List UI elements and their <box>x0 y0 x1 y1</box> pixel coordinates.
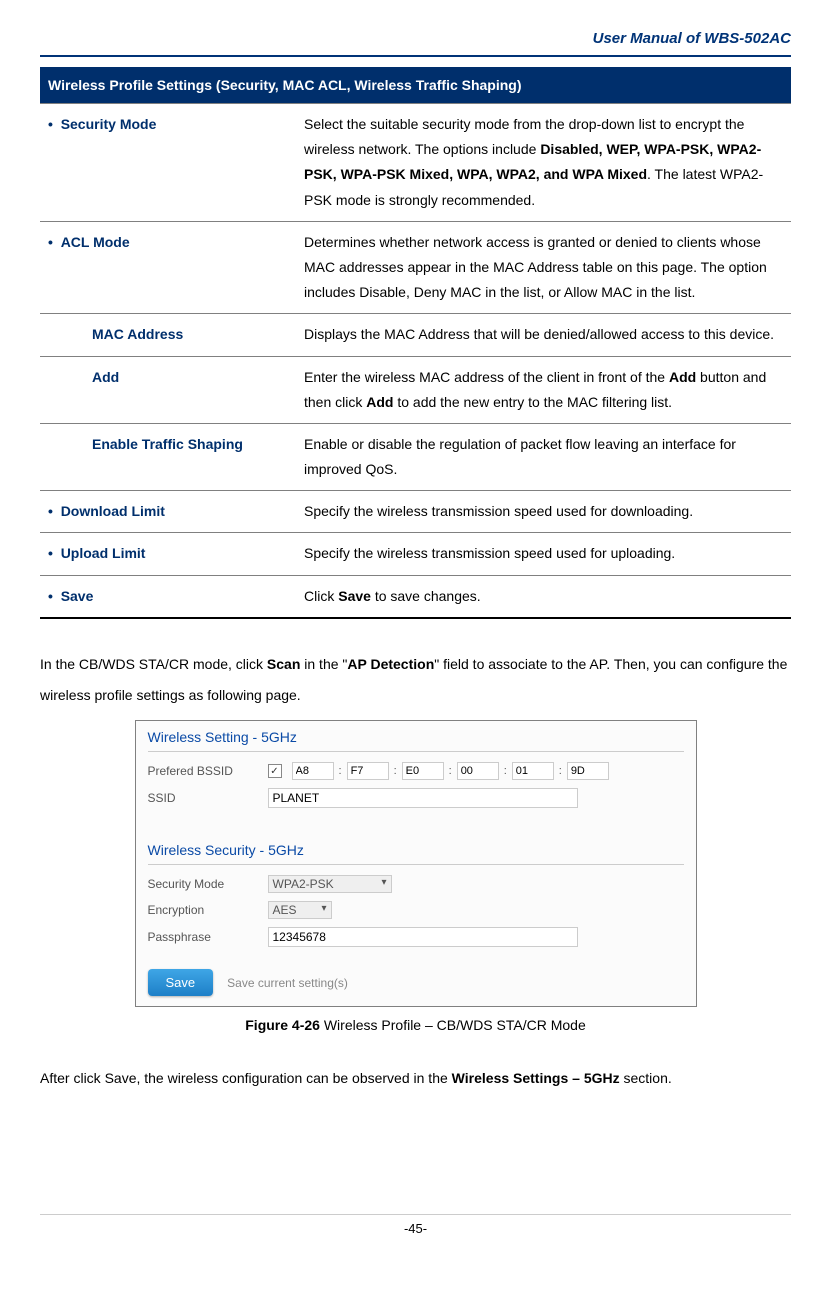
security-value: WPA2-PSK <box>273 877 334 891</box>
term-desc: Displays the MAC Address that will be de… <box>296 314 791 356</box>
term-desc: Specify the wireless transmission speed … <box>296 491 791 533</box>
colon: : <box>394 765 397 777</box>
term-desc: Specify the wireless transmission speed … <box>296 533 791 575</box>
save-button[interactable]: Save <box>148 969 214 996</box>
term-label: Enable Traffic Shaping <box>68 436 243 452</box>
bssid-4[interactable] <box>512 762 554 780</box>
bssid-0[interactable] <box>292 762 334 780</box>
figure-caption: Figure 4-26 Wireless Profile – CB/WDS ST… <box>40 1017 791 1033</box>
divider <box>148 864 684 865</box>
term-label: • Save <box>48 588 93 604</box>
security-label: Security Mode <box>148 877 268 891</box>
term-label: • Download Limit <box>48 503 165 519</box>
paragraph-2: After click Save, the wireless configura… <box>40 1063 791 1094</box>
term-label: Add <box>68 369 119 385</box>
colon: : <box>559 765 562 777</box>
screenshot-panel: Wireless Setting - 5GHz Prefered BSSID ✓… <box>135 720 697 1007</box>
term-desc: Select the suitable security mode from t… <box>296 104 791 222</box>
table-heading: Wireless Profile Settings (Security, MAC… <box>40 67 791 104</box>
save-hint: Save current setting(s) <box>227 976 348 990</box>
encryption-value: AES <box>273 903 297 917</box>
paragraph-1: In the CB/WDS STA/CR mode, click Scan in… <box>40 649 791 711</box>
ssid-label: SSID <box>148 791 268 805</box>
bssid-3[interactable] <box>457 762 499 780</box>
colon: : <box>504 765 507 777</box>
encryption-row: Encryption AES <box>136 897 696 923</box>
screenshot-section-title: Wireless Setting - 5GHz <box>136 721 696 751</box>
page-footer: -45- <box>40 1214 791 1236</box>
term-label: • Upload Limit <box>48 545 145 561</box>
settings-table: Wireless Profile Settings (Security, MAC… <box>40 67 791 619</box>
term-label: MAC Address <box>68 326 183 342</box>
pass-input[interactable] <box>268 927 578 947</box>
term-label: • Security Mode <box>48 116 156 132</box>
term-desc: Click Save to save changes. <box>296 575 791 618</box>
pass-label: Passphrase <box>148 930 268 944</box>
encryption-label: Encryption <box>148 903 268 917</box>
pass-row: Passphrase <box>136 923 696 951</box>
bssid-row: Prefered BSSID ✓ : : : : : <box>136 758 696 784</box>
doc-header: User Manual of WBS-502AC <box>40 30 791 47</box>
bssid-2[interactable] <box>402 762 444 780</box>
save-row: Save Save current setting(s) <box>136 951 696 1006</box>
bssid-label: Prefered BSSID <box>148 764 268 778</box>
header-divider <box>40 55 791 57</box>
colon: : <box>339 765 342 777</box>
term-desc: Enter the wireless MAC address of the cl… <box>296 356 791 423</box>
bssid-5[interactable] <box>567 762 609 780</box>
colon: : <box>449 765 452 777</box>
divider <box>148 751 684 752</box>
security-row: Security Mode WPA2-PSK <box>136 871 696 897</box>
ssid-row: SSID <box>136 784 696 812</box>
security-select[interactable]: WPA2-PSK <box>268 875 392 893</box>
bssid-1[interactable] <box>347 762 389 780</box>
ssid-input[interactable] <box>268 788 578 808</box>
encryption-select[interactable]: AES <box>268 901 332 919</box>
bssid-checkbox[interactable]: ✓ <box>268 764 282 778</box>
doc-title: User Manual of WBS-502AC <box>593 30 791 47</box>
term-desc: Enable or disable the regulation of pack… <box>296 423 791 490</box>
term-desc: Determines whether network access is gra… <box>296 221 791 314</box>
screenshot-section-title-2: Wireless Security - 5GHz <box>136 834 696 864</box>
term-label: • ACL Mode <box>48 234 130 250</box>
